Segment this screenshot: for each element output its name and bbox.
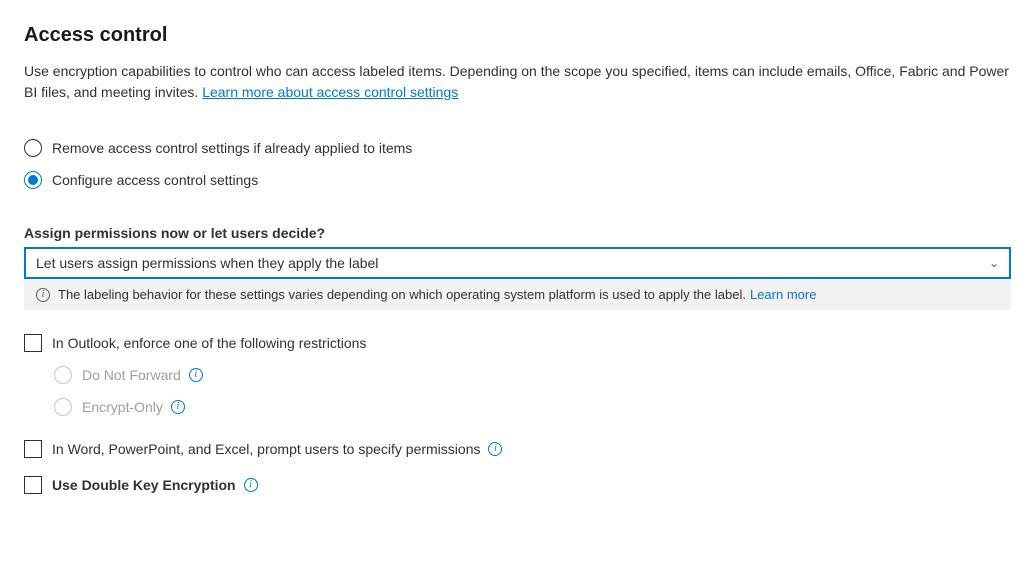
radio-icon — [54, 366, 72, 384]
radio-icon — [54, 398, 72, 416]
info-icon[interactable]: i — [244, 478, 258, 492]
radio-icon — [24, 171, 42, 189]
checkbox-icon — [24, 476, 42, 494]
radio-label: Do Not Forward — [82, 367, 181, 383]
checkbox-word-ppt-excel-permissions[interactable]: In Word, PowerPoint, and Excel, prompt u… — [24, 440, 1011, 458]
labeling-behavior-banner: i The labeling behavior for these settin… — [24, 279, 1011, 310]
radio-label: Configure access control settings — [52, 172, 258, 188]
dropdown-selected-value: Let users assign permissions when they a… — [36, 255, 378, 271]
checkbox-outlook-restrictions[interactable]: In Outlook, enforce one of the following… — [24, 334, 1011, 352]
banner-text: The labeling behavior for these settings… — [58, 287, 746, 302]
access-control-mode-radio-group: Remove access control settings if alread… — [24, 139, 1011, 189]
checkbox-label: Use Double Key Encryption — [52, 477, 236, 493]
radio-label: Encrypt-Only — [82, 399, 163, 415]
intro-paragraph: Use encryption capabilities to control w… — [24, 61, 1011, 103]
info-icon[interactable]: i — [189, 368, 203, 382]
assign-permissions-label: Assign permissions now or let users deci… — [24, 225, 1011, 241]
radio-icon — [24, 139, 42, 157]
radio-encrypt-only: Encrypt-Only i — [54, 398, 1011, 416]
page-title: Access control — [24, 24, 1011, 47]
outlook-sub-options: Do Not Forward i Encrypt-Only i — [54, 366, 1011, 416]
checkbox-icon — [24, 334, 42, 352]
radio-label: Remove access control settings if alread… — [52, 140, 412, 156]
chevron-down-icon: ⌄ — [989, 256, 999, 270]
intro-text: Use encryption capabilities to control w… — [24, 63, 1009, 100]
banner-learn-more-link[interactable]: Learn more — [750, 287, 816, 302]
checkbox-label: In Word, PowerPoint, and Excel, prompt u… — [52, 441, 480, 457]
radio-configure-settings[interactable]: Configure access control settings — [24, 171, 1011, 189]
checkbox-double-key-encryption[interactable]: Use Double Key Encryption i — [24, 476, 1011, 494]
checkbox-icon — [24, 440, 42, 458]
info-icon: i — [36, 288, 50, 302]
checkbox-label: In Outlook, enforce one of the following… — [52, 335, 366, 351]
info-icon[interactable]: i — [488, 442, 502, 456]
intro-learn-more-link[interactable]: Learn more about access control settings — [202, 84, 458, 100]
assign-permissions-dropdown[interactable]: Let users assign permissions when they a… — [24, 247, 1011, 279]
info-icon[interactable]: i — [171, 400, 185, 414]
radio-remove-settings[interactable]: Remove access control settings if alread… — [24, 139, 1011, 157]
radio-do-not-forward: Do Not Forward i — [54, 366, 1011, 384]
